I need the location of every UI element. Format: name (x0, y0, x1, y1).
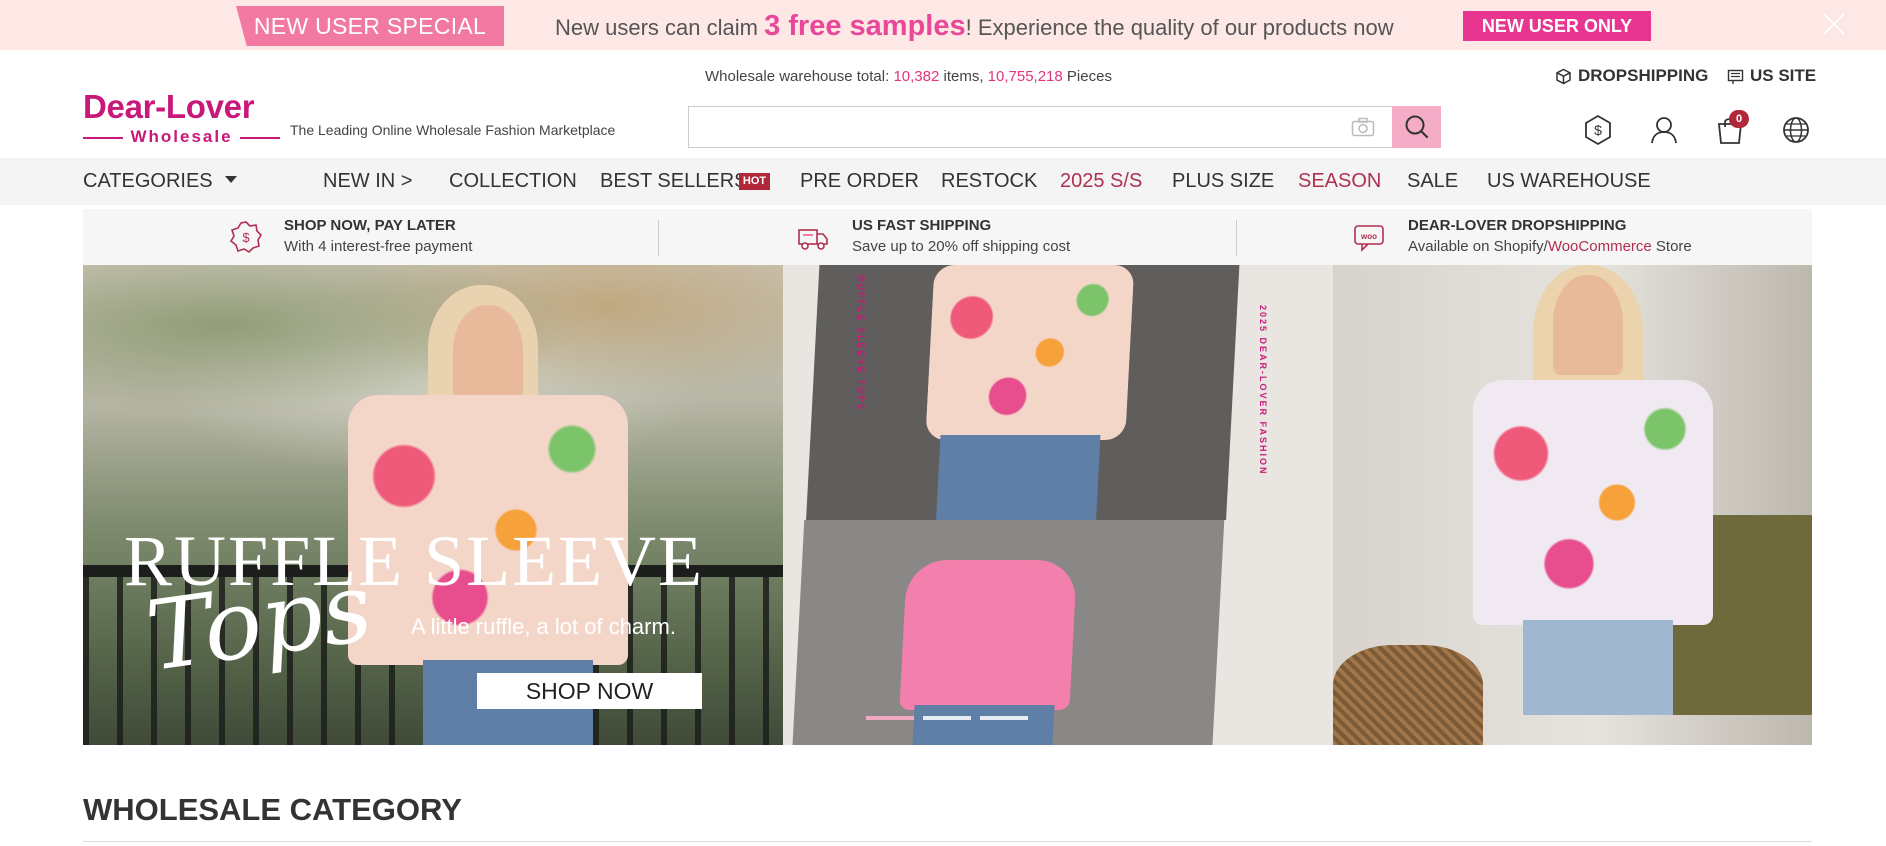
nav-sale[interactable]: SALE (1407, 158, 1458, 205)
promo-text: New users can claim 3 free samples! Expe… (555, 6, 1394, 46)
promo-bar: NEW USER SPECIAL New users can claim 3 f… (0, 0, 1886, 50)
box-icon (1556, 68, 1571, 84)
nav-new-in[interactable]: NEW IN > (323, 158, 412, 205)
flag-icon (1727, 69, 1744, 84)
logo-sub-text: Wholesale (83, 127, 280, 147)
floral-top (925, 265, 1135, 440)
search-input[interactable] (689, 107, 1349, 147)
shop-now-button[interactable]: SHOP NOW (477, 673, 702, 709)
warehouse-pieces-label: Pieces (1062, 68, 1112, 85)
warehouse-items-label: items, (939, 68, 988, 85)
nav-us-warehouse[interactable]: US WAREHOUSE (1487, 158, 1651, 205)
benefit-pay-later[interactable]: $ SHOP NOW, PAY LATER With 4 interest-fr… (83, 209, 658, 265)
benefit-title: SHOP NOW, PAY LATER (284, 217, 456, 234)
search-icon (1405, 115, 1429, 139)
model-face (1553, 275, 1623, 375)
benefit-title: DEAR-LOVER DROPSHIPPING (1408, 217, 1627, 234)
warehouse-pieces: 10,755,218 (987, 68, 1063, 85)
warehouse-total: Wholesale warehouse total: 10,382 items,… (705, 68, 1112, 85)
warehouse-prefix: Wholesale warehouse total: (705, 68, 894, 85)
benefit-us-shipping[interactable]: US FAST SHIPPING Save up to 20% off ship… (659, 209, 1236, 265)
promo-text-after: ! Experience the quality of our products… (965, 15, 1394, 40)
side-text: 2025 DEAR-LOVER FASHION (1258, 305, 1268, 476)
promo-highlight: 3 free samples (764, 10, 966, 42)
benefit-subtitle: With 4 interest-free payment (284, 238, 473, 255)
caret-down-icon (224, 176, 237, 184)
benefit-subtitle: Available on Shopify/WooCommerce Store (1408, 238, 1692, 255)
new-user-only-button[interactable]: NEW USER ONLY (1463, 11, 1651, 41)
center-bottom-photo (791, 520, 1225, 745)
search-button[interactable] (1392, 106, 1441, 148)
benefit-subtitle-after: Store (1651, 238, 1692, 255)
carousel-dot-1[interactable] (866, 716, 914, 720)
jeans (935, 435, 1101, 525)
woocommerce-icon: woo (1354, 225, 1384, 252)
benefit-title: US FAST SHIPPING (852, 217, 992, 234)
jeans (911, 705, 1055, 745)
search-bar (688, 106, 1441, 148)
section-title: WHOLESALE CATEGORY (83, 792, 462, 827)
camera-icon[interactable] (1351, 117, 1375, 137)
nav-best-sellers[interactable]: BEST SELLERS (600, 158, 747, 205)
hero-photo-right (1333, 265, 1812, 745)
dropshipping-link[interactable]: DROPSHIPPING (1555, 66, 1708, 86)
nav-categories[interactable]: CATEGORIES (83, 158, 237, 205)
nav-pre-order[interactable]: PRE ORDER (800, 158, 919, 205)
us-site-label: US SITE (1750, 66, 1817, 85)
hot-badge: HOT (739, 173, 770, 190)
warehouse-items: 10,382 (893, 68, 940, 85)
carousel-dot-2[interactable] (923, 716, 971, 720)
svg-text:woo: woo (1360, 232, 1377, 241)
nav-categories-label: CATEGORIES (83, 170, 213, 192)
benefit-dropshipping[interactable]: woo DEAR-LOVER DROPSHIPPING Available on… (1237, 209, 1812, 265)
logo-main-text: Dear-Lover (83, 88, 255, 125)
promo-tag: NEW USER SPECIAL (236, 6, 504, 46)
center-top-photo (806, 265, 1240, 525)
denim-shorts (1523, 620, 1673, 715)
floral-top (1473, 380, 1713, 625)
dollar-icon[interactable]: $ (1582, 114, 1614, 146)
main-nav: CATEGORIES NEW IN > COLLECTION BEST SELL… (0, 158, 1886, 205)
hero-banner[interactable] (83, 265, 1812, 745)
globe-icon[interactable] (1780, 114, 1812, 146)
svg-text:$: $ (242, 230, 250, 245)
close-icon[interactable] (1820, 10, 1848, 38)
nav-season[interactable]: SEASON (1298, 158, 1381, 205)
nav-2025-ss[interactable]: 2025 S/S (1060, 158, 1142, 205)
dollar-badge-icon: $ (229, 221, 263, 254)
dropshipping-label: DROPSHIPPING (1578, 66, 1709, 85)
svg-text:$: $ (1594, 122, 1602, 138)
benefit-subtitle: Save up to 20% off shipping cost (852, 238, 1071, 255)
nav-collection[interactable]: COLLECTION (449, 158, 577, 205)
woocommerce-link[interactable]: WooCommerce (1548, 238, 1652, 255)
benefit-subtitle-before: Available on Shopify/ (1408, 238, 1548, 255)
benefits-strip: $ SHOP NOW, PAY LATER With 4 interest-fr… (83, 209, 1812, 265)
pink-top (899, 560, 1078, 710)
us-site-link[interactable]: US SITE (1727, 66, 1816, 86)
promo-text-before: New users can claim (555, 15, 765, 40)
basket (1333, 645, 1483, 745)
nav-plus-size[interactable]: PLUS SIZE (1172, 158, 1274, 205)
side-text: RUFFLE SLEEVE TOPS (856, 275, 866, 412)
model-face (453, 305, 523, 400)
hero-subtitle: A little ruffle, a lot of charm. (411, 614, 676, 639)
section-divider (83, 841, 1812, 842)
logo[interactable]: Dear-Lover Wholesale (83, 89, 283, 149)
truck-icon (798, 229, 828, 250)
carousel-dot-3[interactable] (980, 716, 1028, 720)
cart-count-badge: 0 (1729, 110, 1749, 128)
user-icon[interactable] (1648, 114, 1680, 146)
nav-restock[interactable]: RESTOCK (941, 158, 1037, 205)
tagline: The Leading Online Wholesale Fashion Mar… (290, 122, 616, 138)
